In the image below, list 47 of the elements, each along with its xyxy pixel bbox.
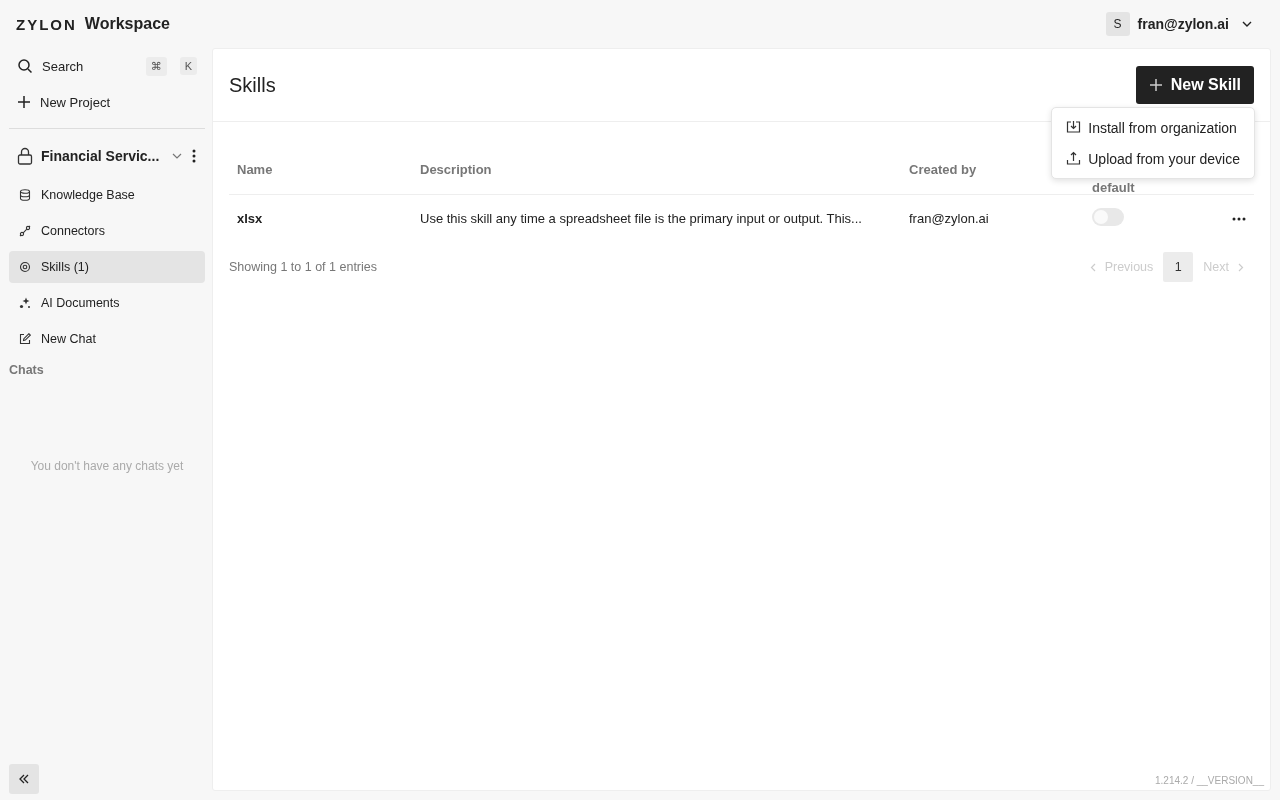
sidebar-item[interactable]: Skills (1) xyxy=(9,251,205,283)
user-email[interactable]: fran@zylon.ai xyxy=(1137,16,1229,32)
lock-icon xyxy=(17,147,33,165)
column-header: Description xyxy=(420,161,492,177)
sidebar-item[interactable]: AI Documents xyxy=(9,287,205,319)
column-header: Created by xyxy=(909,161,977,177)
sparkles-icon xyxy=(19,297,31,309)
column-header: Name xyxy=(237,161,273,177)
download-icon xyxy=(1066,120,1082,135)
app-name: Workspace xyxy=(84,15,170,33)
sidebar-item[interactable]: New Chat xyxy=(9,323,205,355)
page-title: Skills xyxy=(229,73,276,97)
search-button[interactable]: Search ⌘ K xyxy=(9,48,205,84)
sidebar-item[interactable]: Connectors xyxy=(9,215,205,247)
chevron-right-icon xyxy=(1238,262,1244,272)
plug-icon xyxy=(19,225,31,237)
plus-icon xyxy=(17,95,31,109)
search-icon xyxy=(17,58,33,74)
page-button[interactable]: 1 xyxy=(1163,252,1194,282)
sidebar-item[interactable]: Knowledge Base xyxy=(9,179,205,211)
section-heading: Chats xyxy=(9,362,45,377)
edit-icon xyxy=(19,333,31,345)
version-label: 1.214.2 / __VERSION__ xyxy=(1154,775,1265,788)
upload-icon xyxy=(1066,151,1082,166)
new-project-button[interactable]: New Project xyxy=(9,84,205,120)
table-cell-text: fran@zylon.ai xyxy=(909,211,990,226)
shortcut-key: ⌘ xyxy=(145,56,167,76)
gear-icon xyxy=(19,261,31,273)
menu-item[interactable]: Upload from your device xyxy=(1052,143,1254,174)
plus-icon xyxy=(1148,78,1163,92)
new-skill-button[interactable]: New Skill xyxy=(1135,66,1254,104)
shortcut-key: K xyxy=(179,57,197,75)
menu-item[interactable]: Install from organization xyxy=(1052,112,1254,143)
column-header: default xyxy=(1092,180,1135,195)
chevron-left-icon xyxy=(1089,262,1096,272)
avatar[interactable]: S xyxy=(1105,12,1130,36)
entries-summary: Showing 1 to 1 of 1 entries xyxy=(229,260,377,274)
more-icon[interactable] xyxy=(1232,216,1246,221)
collapse-sidebar-button[interactable] xyxy=(9,764,39,794)
table-cell-text: xlsx xyxy=(237,211,264,226)
database-icon xyxy=(19,189,31,201)
empty-message: You don't have any chats yet xyxy=(29,459,185,473)
table-cell-text: Use this skill any time a spreadsheet file is the primary input or output. This... xyxy=(420,211,863,226)
project-name[interactable]: Financial Servic... xyxy=(41,148,163,164)
double-chevron-icon xyxy=(18,774,30,784)
logo: ZYLON xyxy=(16,15,77,33)
more-icon[interactable] xyxy=(191,148,197,164)
